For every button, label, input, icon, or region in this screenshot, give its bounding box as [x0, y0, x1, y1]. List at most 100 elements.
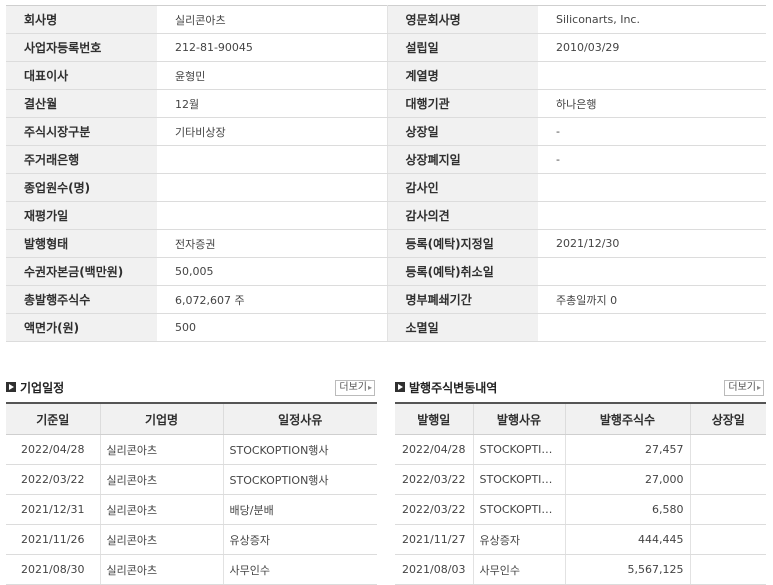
info-value: 하나은행	[538, 89, 766, 118]
section-bullet-icon	[395, 382, 405, 392]
schedule-date-cell: 2021/08/30	[6, 554, 101, 585]
share-date-cell: 2022/04/28	[395, 434, 474, 465]
info-value: 212-81-90045	[157, 33, 388, 62]
share-listing-cell	[690, 524, 766, 555]
info-label: 대표이사	[6, 61, 157, 90]
info-label: 영문회사명	[387, 5, 538, 34]
share-reason-cell: 유상증자	[473, 524, 566, 555]
info-value: 500	[157, 313, 388, 342]
info-value: 50,005	[157, 257, 388, 286]
table-row: 2022/04/28 실리콘아츠 STOCKOPTION행사	[6, 434, 377, 465]
schedule-reason-cell: STOCKOPTION행사	[223, 434, 377, 465]
info-row: 주식시장구분 기타비상장 상장일 -	[6, 117, 766, 146]
table-row: 2022/03/22 STOCKOPTI… 6,580	[395, 494, 766, 525]
info-label: 총발행주식수	[6, 285, 157, 314]
schedule-company-cell: 실리콘아츠	[100, 554, 224, 585]
info-value	[538, 61, 766, 90]
schedule-section: 기업일정 더보기▸ 기준일 기업명 일정사유 2022/04/28 실리콘아츠 ST…	[6, 378, 377, 585]
table-row: 2021/11/27 유상증자 444,445	[395, 524, 766, 555]
schedule-body: 2022/04/28 실리콘아츠 STOCKOPTION행사 2022/03/22 실리…	[6, 434, 377, 585]
table-row: 2022/03/22 STOCKOPTI… 27,000	[395, 464, 766, 495]
info-label: 수권자본금(백만원)	[6, 257, 157, 286]
info-row: 사업자등록번호 212-81-90045 설립일 2010/03/29	[6, 33, 766, 62]
share-listing-cell	[690, 494, 766, 525]
info-row: 액면가(원) 500 소멸일	[6, 313, 766, 342]
info-row: 회사명 실리콘아츠 영문회사명 Siliconarts, Inc.	[6, 5, 766, 34]
info-row: 종업원수(명) 감사인	[6, 173, 766, 202]
info-label: 감사인	[387, 173, 538, 202]
info-label: 계열명	[387, 61, 538, 90]
schedule-company-cell: 실리콘아츠	[100, 524, 224, 555]
schedule-date-cell: 2021/12/31	[6, 494, 101, 525]
share-listing-cell	[690, 554, 766, 585]
table-row: 2022/03/22 실리콘아츠 STOCKOPTION행사	[6, 464, 377, 495]
schedule-company-cell: 실리콘아츠	[100, 494, 224, 525]
more-label: 더보기	[728, 382, 756, 393]
share-changes-body: 2022/04/28 STOCKOPTI… 27,457 2022/03/22 STOC…	[395, 434, 766, 585]
info-label: 감사의견	[387, 201, 538, 230]
share-count-cell: 27,000	[565, 464, 691, 495]
schedule-col-date: 기준일	[6, 402, 101, 435]
info-label: 재평가일	[6, 201, 157, 230]
schedule-reason-cell: 유상증자	[223, 524, 377, 555]
share-listing-cell	[690, 434, 766, 465]
info-label: 회사명	[6, 5, 157, 34]
share-date-cell: 2022/03/22	[395, 494, 474, 525]
share-date-cell: 2022/03/22	[395, 464, 474, 495]
info-value: 6,072,607 주	[157, 285, 388, 314]
table-row: 2022/04/28 STOCKOPTI… 27,457	[395, 434, 766, 465]
info-label: 사업자등록번호	[6, 33, 157, 62]
info-label: 액면가(원)	[6, 313, 157, 342]
info-value: -	[538, 145, 766, 174]
info-label: 결산월	[6, 89, 157, 118]
share-count-cell: 6,580	[565, 494, 691, 525]
info-label: 등록(예탁)지정일	[387, 229, 538, 258]
info-row: 발행형태 전자증권 등록(예탁)지정일 2021/12/30	[6, 229, 766, 258]
share-changes-table: 발행일 발행사유 발행주식수 상장일 2022/04/28 STOCKOPTI… 2…	[395, 402, 766, 585]
chevron-right-icon: ▸	[367, 383, 372, 392]
share-reason-cell: STOCKOPTI…	[473, 494, 566, 525]
info-value: Siliconarts, Inc.	[538, 5, 766, 34]
schedule-date-cell: 2021/11/26	[6, 524, 101, 555]
info-value: -	[538, 117, 766, 146]
schedule-col-company: 기업명	[100, 402, 224, 435]
schedule-date-cell: 2022/03/22	[6, 464, 101, 495]
section-bullet-icon	[6, 382, 16, 392]
share-changes-more-button[interactable]: 더보기▸	[724, 380, 764, 396]
info-label: 등록(예탁)취소일	[387, 257, 538, 286]
schedule-more-button[interactable]: 더보기▸	[335, 380, 375, 396]
info-label: 명부폐쇄기간	[387, 285, 538, 314]
schedule-col-reason: 일정사유	[223, 402, 377, 435]
info-value	[157, 145, 388, 174]
chevron-right-icon: ▸	[756, 383, 761, 392]
more-label: 더보기	[339, 382, 367, 393]
company-info-table: 회사명 실리콘아츠 영문회사명 Siliconarts, Inc. 사업자등록번호 212…	[6, 5, 766, 342]
share-reason-cell: 사무인수	[473, 554, 566, 585]
info-row: 재평가일 감사의견	[6, 201, 766, 230]
schedule-table: 기준일 기업명 일정사유 2022/04/28 실리콘아츠 STOCKOPTION행…	[6, 402, 377, 585]
table-row: 2021/12/31 실리콘아츠 배당/분배	[6, 494, 377, 525]
share-col-count: 발행주식수	[565, 402, 691, 435]
info-label: 주거래은행	[6, 145, 157, 174]
info-row: 총발행주식수 6,072,607 주 명부폐쇄기간 주총일까지 0	[6, 285, 766, 314]
info-value: 기타비상장	[157, 117, 388, 146]
share-reason-cell: STOCKOPTI…	[473, 464, 566, 495]
info-row: 수권자본금(백만원) 50,005 등록(예탁)취소일	[6, 257, 766, 286]
schedule-reason-cell: STOCKOPTION행사	[223, 464, 377, 495]
info-value	[157, 201, 388, 230]
info-value: 실리콘아츠	[157, 5, 388, 34]
schedule-header: 기업일정 더보기▸	[6, 378, 377, 398]
info-row: 주거래은행 상장폐지일 -	[6, 145, 766, 174]
info-value	[538, 257, 766, 286]
table-row: 2021/08/03 사무인수 5,567,125	[395, 554, 766, 585]
info-value: 2010/03/29	[538, 33, 766, 62]
info-label: 소멸일	[387, 313, 538, 342]
schedule-reason-cell: 사무인수	[223, 554, 377, 585]
share-count-cell: 444,445	[565, 524, 691, 555]
company-info-body: 회사명 실리콘아츠 영문회사명 Siliconarts, Inc. 사업자등록번호 212…	[6, 5, 766, 342]
info-label: 발행형태	[6, 229, 157, 258]
share-changes-section: 발행주식변동내역 더보기▸ 발행일 발행사유 발행주식수 상장일 2022/04…	[395, 378, 766, 585]
share-date-cell: 2021/08/03	[395, 554, 474, 585]
share-count-cell: 27,457	[565, 434, 691, 465]
schedule-date-cell: 2022/04/28	[6, 434, 101, 465]
